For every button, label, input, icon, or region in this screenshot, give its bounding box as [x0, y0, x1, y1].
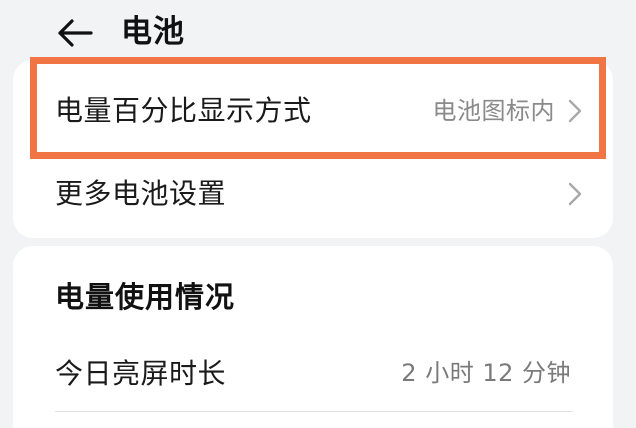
more-battery-settings-label: 更多电池设置 — [55, 177, 227, 210]
app-header: 电池 — [0, 0, 636, 62]
battery-settings-page: 电池 电量百分比显示方式 电池图标内 更多电池设置 电量使用情况 今日亮屏时长 … — [0, 0, 636, 428]
screen-on-time-row[interactable]: 今日亮屏时长 2 小时 12 分钟 — [13, 342, 613, 412]
battery-percentage-display-value: 电池图标内 — [432, 97, 555, 125]
divider — [55, 411, 573, 412]
page-title: 电池 — [121, 14, 185, 50]
screen-on-time-label: 今日亮屏时长 — [55, 357, 227, 390]
battery-usage-card: 电量使用情况 今日亮屏时长 2 小时 12 分钟 — [13, 246, 613, 428]
battery-percentage-display-label: 电量百分比显示方式 — [55, 94, 312, 127]
more-battery-settings-row[interactable]: 更多电池设置 — [13, 160, 613, 238]
back-button[interactable] — [52, 10, 98, 56]
chevron-right-icon — [568, 182, 582, 206]
battery-percentage-display-row[interactable]: 电量百分比显示方式 电池图标内 — [13, 60, 613, 162]
chevron-right-icon — [568, 99, 582, 123]
screen-on-time-value: 2 小时 12 分钟 — [401, 359, 571, 387]
battery-settings-card: 电量百分比显示方式 电池图标内 更多电池设置 — [13, 60, 613, 238]
arrow-left-icon — [58, 19, 93, 47]
battery-usage-title: 电量使用情况 — [55, 280, 236, 314]
